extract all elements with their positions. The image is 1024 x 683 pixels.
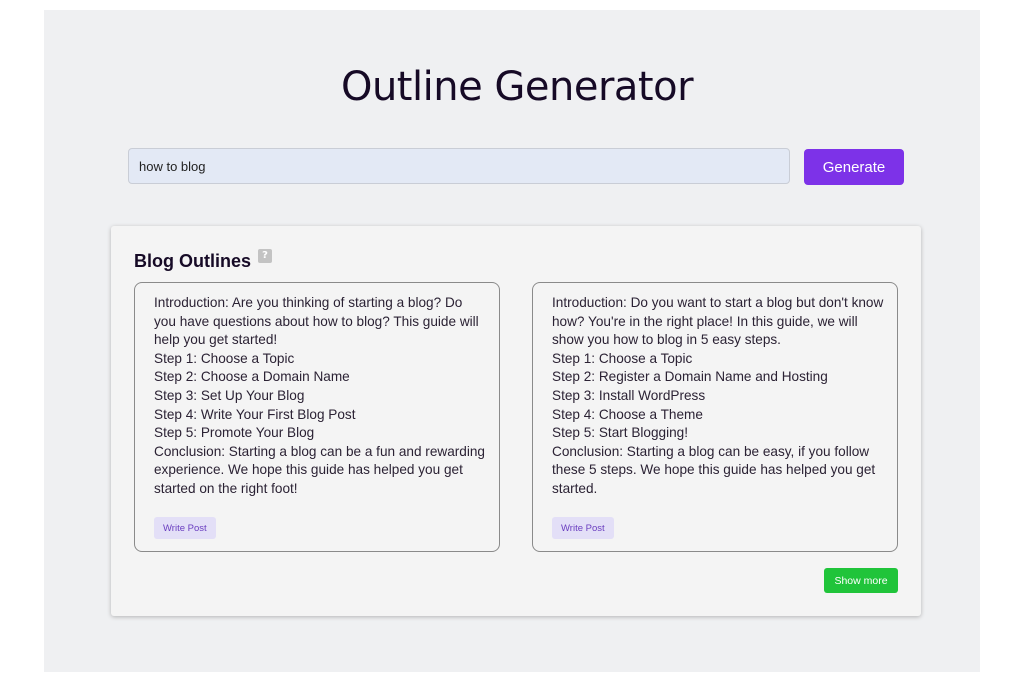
write-post-button[interactable]: Write Post <box>154 517 216 539</box>
help-icon[interactable]: ? <box>258 249 272 263</box>
topic-input[interactable] <box>128 148 790 184</box>
outline-text: Introduction: Do you want to start a blo… <box>552 295 884 496</box>
results-card: Blog Outlines ? Introduction: Are you th… <box>111 226 921 616</box>
page-container: Outline Generator Generate Blog Outlines… <box>44 10 980 672</box>
write-post-button[interactable]: Write Post <box>552 517 614 539</box>
results-title: Blog Outlines <box>134 251 251 271</box>
outline-text: Introduction: Are you thinking of starti… <box>154 295 485 496</box>
generate-button[interactable]: Generate <box>804 149 904 185</box>
outline-card: Introduction: Do you want to start a blo… <box>532 282 898 552</box>
show-more-button[interactable]: Show more <box>824 568 898 593</box>
outline-card: Introduction: Are you thinking of starti… <box>134 282 500 552</box>
page-title: Outline Generator <box>340 64 694 110</box>
